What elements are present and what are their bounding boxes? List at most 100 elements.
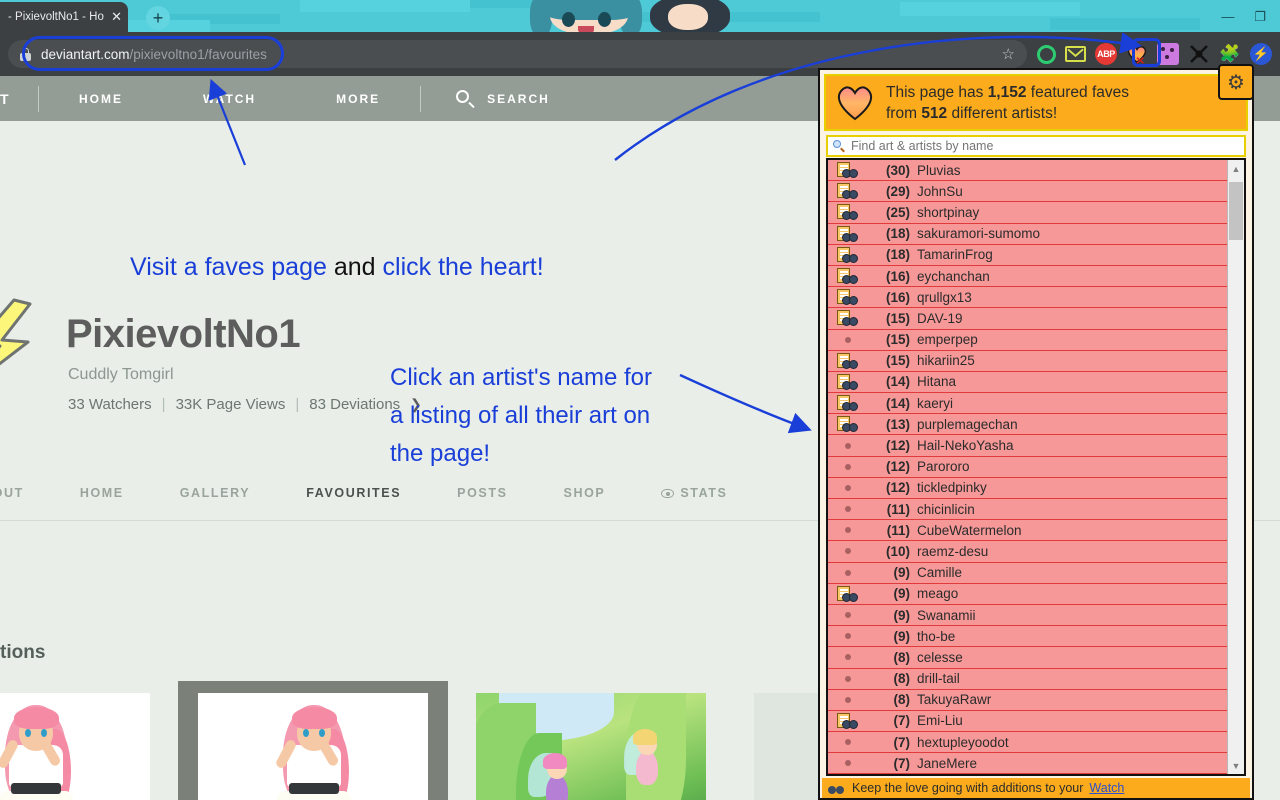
site-logo[interactable]: T	[0, 91, 16, 107]
artist-row[interactable]: (7)JaneMere	[828, 753, 1227, 774]
artist-name[interactable]: Swanamii	[917, 608, 976, 623]
artist-row[interactable]: (16)eychanchan	[828, 266, 1227, 287]
artist-row[interactable]: (11)CubeWatermelon	[828, 520, 1227, 541]
watching-binoculars-icon[interactable]	[828, 247, 868, 263]
not-watching-dot-icon[interactable]	[828, 464, 868, 470]
not-watching-dot-icon[interactable]	[828, 697, 868, 703]
search-input[interactable]	[851, 139, 1239, 153]
artist-row[interactable]: (12)Hail-NekoYasha	[828, 435, 1227, 456]
watching-binoculars-icon[interactable]	[828, 310, 868, 326]
artist-name[interactable]: Pluvias	[917, 163, 961, 178]
watching-binoculars-icon[interactable]	[828, 353, 868, 369]
tab-posts[interactable]: POSTS	[429, 486, 535, 500]
watching-binoculars-icon[interactable]	[828, 268, 868, 284]
restore-icon[interactable]: ❐	[1254, 10, 1266, 23]
artist-row[interactable]: (8)celesse	[828, 647, 1227, 668]
bookmark-star-icon[interactable]: ☆	[1002, 45, 1015, 63]
puzzle-extensions-icon[interactable]: 🧩	[1219, 43, 1241, 65]
artist-row[interactable]: (12)Parororo	[828, 457, 1227, 478]
watching-binoculars-icon[interactable]	[828, 395, 868, 411]
artist-row[interactable]: (15)hikariin25	[828, 351, 1227, 372]
not-watching-dot-icon[interactable]	[828, 506, 868, 512]
artist-name[interactable]: Emi-Liu	[917, 713, 963, 728]
artist-list-scrollbar[interactable]: ▲ ▼	[1227, 160, 1244, 774]
artist-name[interactable]: JohnSu	[917, 184, 963, 199]
mail-icon[interactable]	[1065, 46, 1086, 62]
artist-row[interactable]: (15)emperpep	[828, 330, 1227, 351]
card-thumbnail[interactable]	[476, 693, 706, 800]
artist-row[interactable]: (18)TamarinFrog	[828, 245, 1227, 266]
not-watching-dot-icon[interactable]	[828, 633, 868, 639]
artist-name[interactable]: Hitana	[917, 374, 956, 389]
artist-name[interactable]: sakuramori-sumomo	[917, 226, 1040, 241]
artist-name[interactable]: CubeWatermelon	[917, 523, 1022, 538]
card-thumbnail[interactable]	[198, 693, 428, 800]
tab-gallery[interactable]: GALLERY	[152, 486, 278, 500]
watching-binoculars-icon[interactable]	[828, 289, 868, 305]
watching-binoculars-icon[interactable]	[828, 183, 868, 199]
address-bar[interactable]: deviantart.com/pixievoltno1/favourites ☆	[8, 40, 1027, 68]
artist-row[interactable]: (8)drill-tail	[828, 669, 1227, 690]
artist-row[interactable]: (16)qrullgx13	[828, 287, 1227, 308]
artist-row[interactable]: (9)meago	[828, 584, 1227, 605]
artist-name[interactable]: eychanchan	[917, 269, 990, 284]
gear-icon[interactable]: ⚙	[1218, 64, 1254, 100]
artist-row[interactable]: (18)sakuramori-sumomo	[828, 224, 1227, 245]
artist-row[interactable]: (14)kaeryi	[828, 393, 1227, 414]
tab-home[interactable]: HOME	[52, 486, 152, 500]
scroll-down-icon[interactable]: ▼	[1228, 757, 1244, 774]
watching-binoculars-icon[interactable]	[828, 162, 868, 178]
artist-row[interactable]: (12)tickledpinky	[828, 478, 1227, 499]
artist-row[interactable]: (11)chicinlicin	[828, 499, 1227, 520]
artist-row[interactable]: (8)TakuyaRawr	[828, 690, 1227, 711]
not-watching-dot-icon[interactable]	[828, 337, 868, 343]
browser-tab[interactable]: - PixievoltNo1 - Ho ✕	[0, 2, 128, 32]
not-watching-dot-icon[interactable]	[828, 548, 868, 554]
bolt-icon[interactable]: ⚡	[1250, 43, 1272, 65]
watching-binoculars-icon[interactable]	[828, 416, 868, 432]
not-watching-dot-icon[interactable]	[828, 570, 868, 576]
artist-row[interactable]: (7)hextupleyoodot	[828, 732, 1227, 753]
scrollbar-thumb[interactable]	[1229, 182, 1243, 240]
tab-favourites[interactable]: FAVOURITES	[278, 486, 429, 500]
artist-name[interactable]: TamarinFrog	[917, 247, 993, 262]
artist-name[interactable]: qrullgx13	[917, 290, 972, 305]
artist-row[interactable]: (30)Pluvias	[828, 160, 1227, 181]
tab-shop[interactable]: SHOP	[536, 486, 634, 500]
artist-name[interactable]: drill-tail	[917, 671, 960, 686]
not-watching-dot-icon[interactable]	[828, 485, 868, 491]
watching-binoculars-icon[interactable]	[828, 374, 868, 390]
artist-row[interactable]: (13)purplemagechan	[828, 414, 1227, 435]
watching-binoculars-icon[interactable]	[828, 204, 868, 220]
watch-link[interactable]: Watch	[1089, 781, 1124, 795]
close-icon[interactable]: ✕	[111, 9, 122, 25]
watching-binoculars-icon[interactable]	[828, 586, 868, 602]
watching-binoculars-icon[interactable]	[828, 713, 868, 729]
not-watching-dot-icon[interactable]	[828, 760, 868, 766]
collection-card[interactable]: Oh-So-Lovable Fairies 75 deviations	[456, 681, 726, 800]
card-thumbnail[interactable]	[0, 693, 150, 800]
not-watching-dot-icon[interactable]	[828, 739, 868, 745]
not-watching-dot-icon[interactable]	[828, 676, 868, 682]
artist-name[interactable]: raemz-desu	[917, 544, 988, 559]
artist-name[interactable]: hikariin25	[917, 353, 975, 368]
artist-name[interactable]: tickledpinky	[917, 480, 987, 495]
artist-row[interactable]: (10)raemz-desu	[828, 541, 1227, 562]
tab-stats[interactable]: STATS	[633, 486, 755, 500]
faves-heart-extension-icon[interactable]	[1126, 43, 1148, 65]
popup-search-bar[interactable]	[826, 135, 1246, 157]
avatar-bolt-icon[interactable]	[0, 296, 50, 396]
artist-name[interactable]: kaeryi	[917, 396, 953, 411]
nav-item-watch[interactable]: WATCH	[163, 92, 296, 106]
artist-name[interactable]: Camille	[917, 565, 962, 580]
artist-name[interactable]: emperpep	[917, 332, 978, 347]
artist-name[interactable]: shortpinay	[917, 205, 979, 220]
scroll-up-icon[interactable]: ▲	[1228, 160, 1244, 177]
artist-name[interactable]: DAV-19	[917, 311, 963, 326]
adblock-plus-icon[interactable]: ABP	[1095, 43, 1117, 65]
opera-gx-icon[interactable]	[1037, 45, 1056, 64]
artist-name[interactable]: JaneMere	[917, 756, 977, 771]
artist-row[interactable]: (29)JohnSu	[828, 181, 1227, 202]
not-watching-dot-icon[interactable]	[828, 443, 868, 449]
nav-item-more[interactable]: MORE	[296, 92, 420, 106]
